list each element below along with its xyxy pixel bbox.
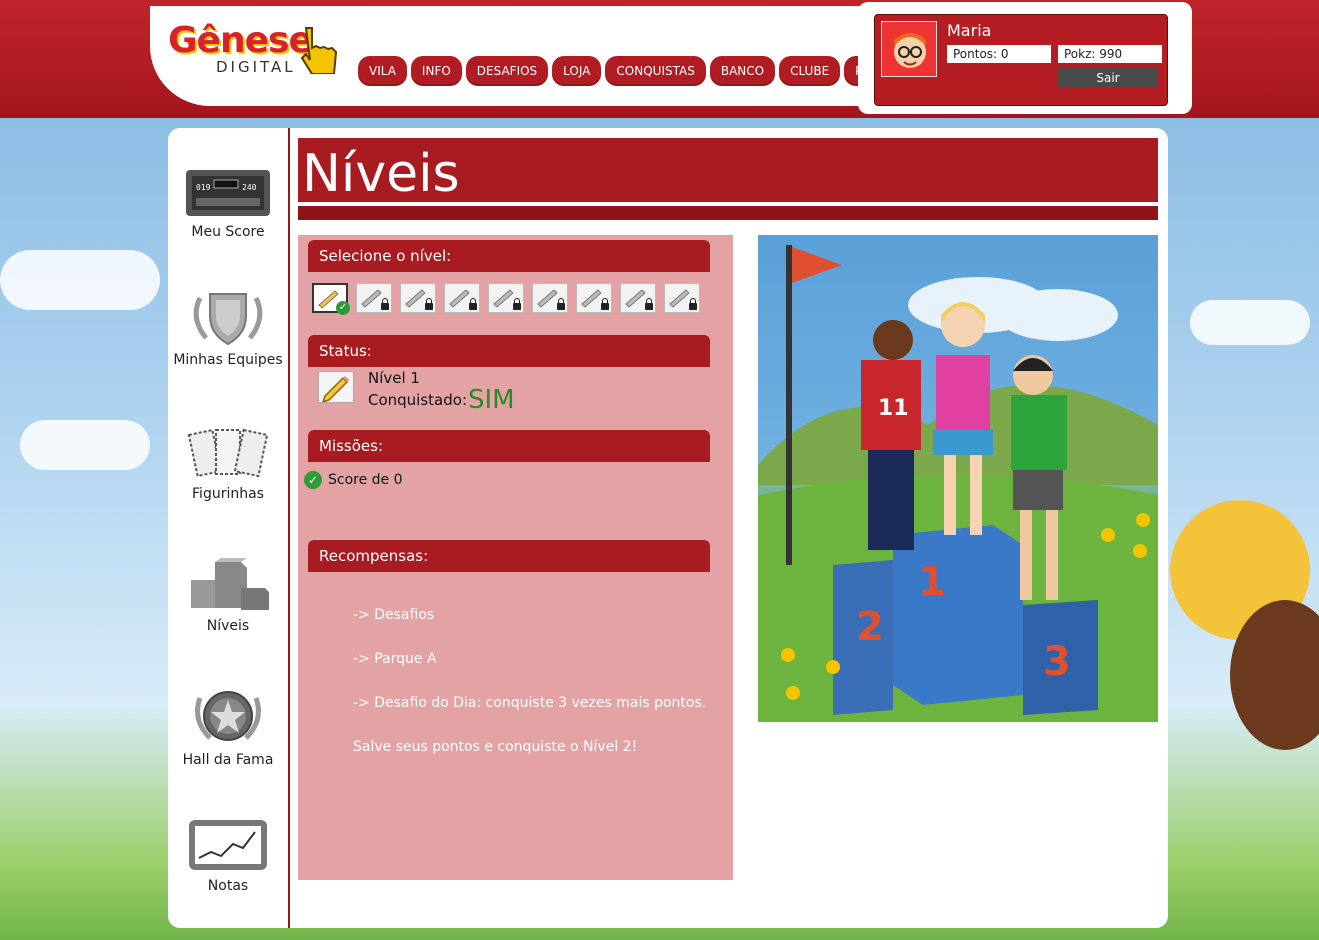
reward-item: -> Parque A — [353, 651, 437, 667]
svg-text:019: 019 — [196, 183, 211, 192]
podium-third-label: 3 — [1043, 639, 1071, 685]
level-option-9[interactable] — [664, 283, 700, 313]
sidebar-item-label: Notas — [207, 878, 249, 894]
genese-logo[interactable]: Gênese DIGITAL — [168, 20, 348, 80]
pointing-hand-icon — [300, 27, 338, 74]
podium-illustration: 1 2 3 11 — [758, 235, 1158, 722]
pokz-field: Pokz: 990 — [1058, 45, 1162, 63]
mission-item: ✓ Score de 0 — [304, 471, 403, 489]
user-name: Maria — [947, 21, 992, 40]
check-icon: ✓ — [304, 471, 322, 489]
lock-icon — [601, 298, 609, 310]
select-level-heading: Selecione o nível: — [308, 240, 710, 272]
shirt-number: 11 — [878, 396, 909, 421]
sidebar-item-meu-score[interactable]: 019 240 Meu Score — [168, 168, 288, 240]
podium-second-label: 2 — [856, 604, 884, 650]
rewards-heading: Recompensas: — [308, 540, 710, 572]
reward-item: -> Desafio do Dia: conquiste 3 vezes mai… — [353, 695, 707, 711]
page-title: Níveis — [302, 144, 460, 204]
nav-conquistas-button[interactable]: CONQUISTAS — [605, 56, 706, 86]
level-option-8[interactable] — [620, 283, 656, 313]
background-cloud — [1190, 300, 1310, 345]
nav-info-button[interactable]: INFO — [410, 56, 462, 86]
level-option-5[interactable] — [488, 283, 524, 313]
status-achieved-label: Conquistado: — [368, 391, 467, 409]
lock-icon — [425, 298, 433, 310]
status-level: Nível 1 — [368, 369, 420, 387]
title-underline — [298, 206, 1158, 220]
levels-panel: Selecione o nível: ✓ Status: Nível 1 Con… — [298, 235, 733, 880]
avatar[interactable] — [881, 21, 937, 77]
page-title-bar: Níveis — [298, 138, 1158, 204]
nav-vila-button[interactable]: VILA — [358, 56, 407, 86]
level-option-4[interactable] — [444, 283, 480, 313]
sidebar-item-minhas-equipes[interactable]: Minhas Equipes — [168, 288, 288, 368]
lock-icon — [689, 298, 697, 310]
sidebar-divider — [288, 128, 290, 928]
check-icon: ✓ — [336, 301, 350, 315]
sidebar-item-label: Figurinhas — [192, 486, 264, 502]
main-panel: 019 240 Meu Score Minhas Equipes Figurin… — [168, 128, 1168, 928]
svg-text:240: 240 — [242, 183, 257, 192]
background-cloud — [20, 420, 150, 470]
lock-icon — [469, 298, 477, 310]
nav-banco-button[interactable]: BANCO — [709, 56, 776, 86]
pencil-icon — [321, 376, 349, 404]
reward-item: Salve seus pontos e conquiste o Nível 2! — [353, 739, 638, 755]
star-medal-icon — [195, 691, 261, 741]
podium-icon — [191, 558, 269, 610]
podium-scene-image: 1 2 3 11 — [758, 245, 1158, 722]
user-panel: Maria Pontos: 0 Pokz: 990 Sair — [874, 14, 1168, 106]
logout-button[interactable]: Sair — [1058, 68, 1158, 88]
logo-sub-text: DIGITAL — [216, 58, 296, 76]
sidebar-item-label: Minhas Equipes — [173, 352, 283, 368]
lock-icon — [557, 298, 565, 310]
mission-label: Score de 0 — [328, 472, 403, 488]
level-option-2[interactable] — [356, 283, 392, 313]
nav-desafios-button[interactable]: DESAFIOS — [465, 56, 549, 86]
lock-icon — [381, 298, 389, 310]
sidebar-item-figurinhas[interactable]: Figurinhas — [168, 426, 288, 502]
current-level-icon — [318, 371, 354, 404]
sidebar-item-label: Meu Score — [191, 224, 265, 240]
sidebar-item-notas[interactable]: Notas — [168, 818, 288, 894]
missions-heading: Missões: — [308, 430, 710, 462]
level-option-7[interactable] — [576, 283, 612, 313]
level-option-3[interactable] — [400, 283, 436, 313]
nav-loja-button[interactable]: LOJA — [552, 56, 602, 86]
logo-main-text: Gênese — [168, 20, 313, 61]
status-heading: Status: — [308, 335, 710, 367]
shield-icon — [193, 293, 263, 346]
level-option-1[interactable]: ✓ — [312, 283, 350, 315]
points-field: Pontos: 0 — [947, 45, 1051, 63]
sidebar-item-niveis[interactable]: Níveis — [168, 554, 288, 634]
nav-clube-button[interactable]: CLUBE — [779, 56, 841, 86]
podium-first-label: 1 — [918, 559, 946, 605]
avatar-face-icon — [894, 33, 926, 68]
stickers-icon — [187, 428, 269, 478]
level-selector: ✓ — [312, 283, 700, 315]
sidebar-item-hall-da-fama[interactable]: Hall da Fama — [168, 684, 288, 768]
lock-icon — [645, 298, 653, 310]
main-nav: VILA INFO DESAFIOS LOJA CONQUISTAS BANCO CLUBE… — [358, 56, 907, 86]
background-cloud — [0, 250, 160, 310]
reward-item: -> Desafios — [353, 607, 435, 623]
status-achieved-value: SIM — [468, 385, 515, 415]
sidebar-item-label: Hall da Fama — [182, 752, 274, 768]
scoreboard-icon: 019 240 — [186, 170, 270, 216]
chart-board-icon — [189, 820, 267, 870]
lock-icon — [513, 298, 521, 310]
sidebar-item-label: Níveis — [206, 618, 250, 634]
level-option-6[interactable] — [532, 283, 568, 313]
